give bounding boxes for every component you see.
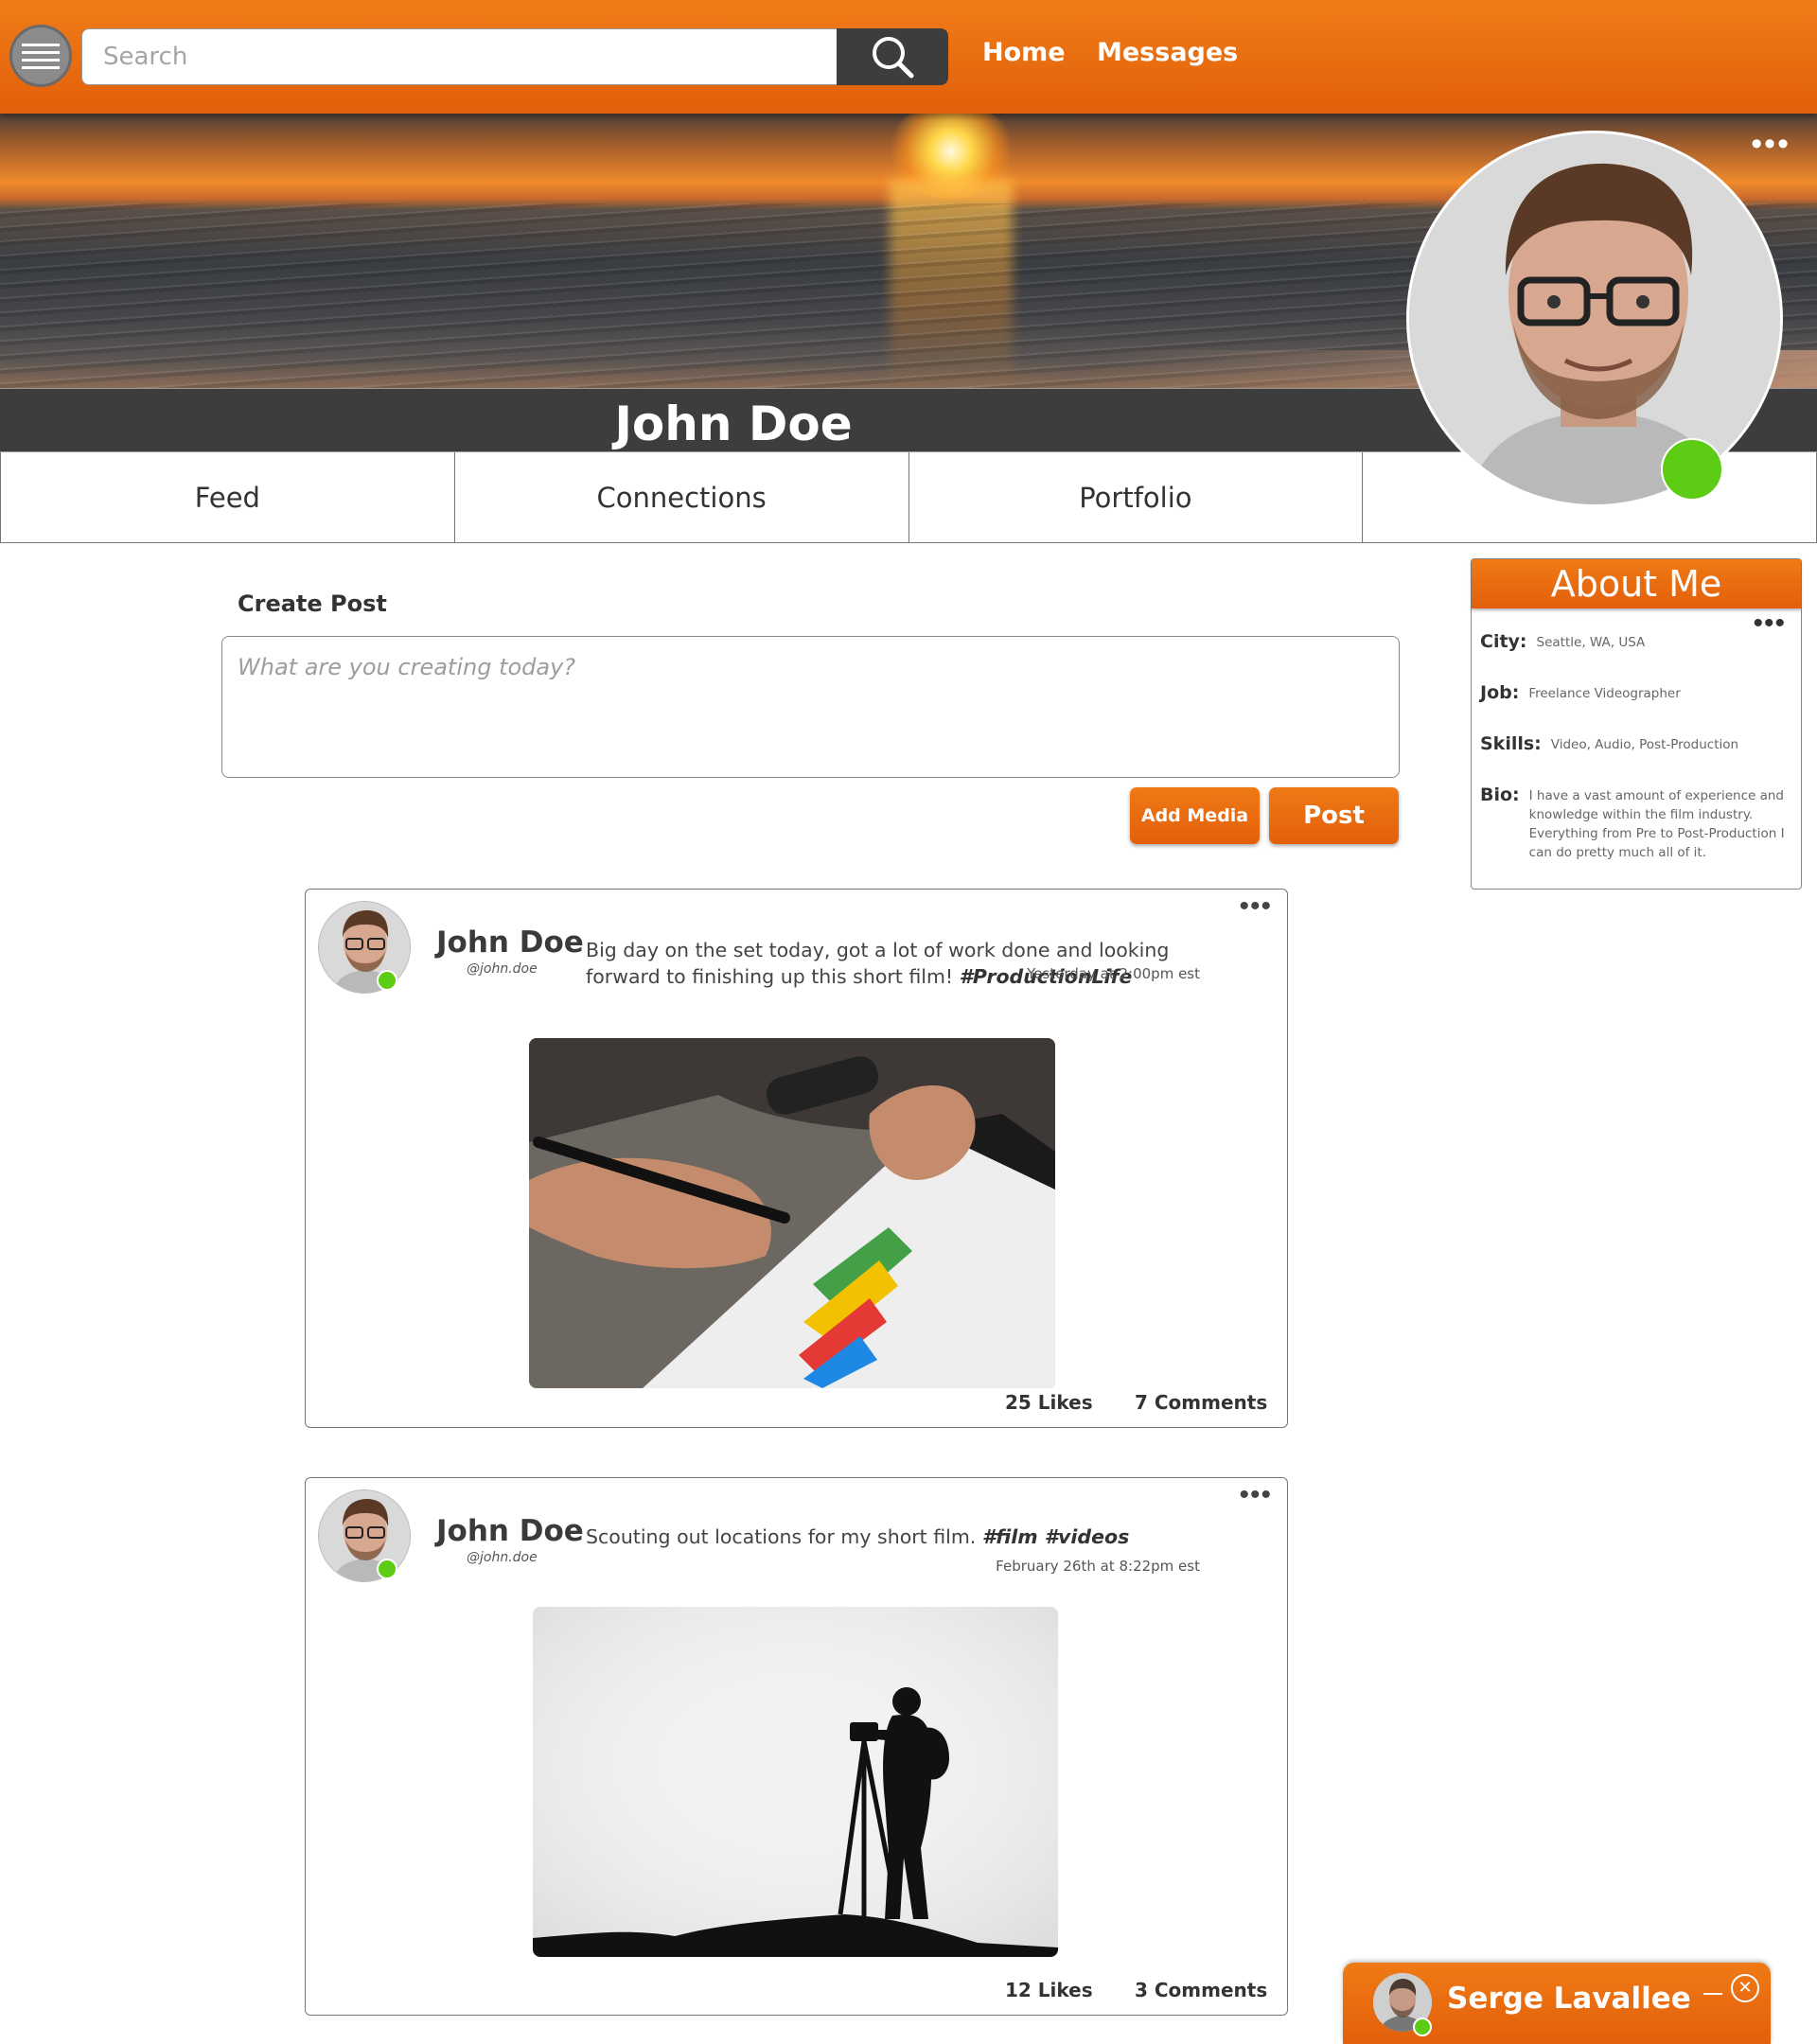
post-button[interactable]: Post xyxy=(1269,787,1399,844)
about-row-skills: Skills: Video, Audio, Post-Production xyxy=(1480,733,1738,754)
tab-portfolio[interactable]: Portfolio xyxy=(908,452,1364,543)
about-row-bio: Bio: I have a vast amount of experience … xyxy=(1480,784,1785,862)
post-author-handle[interactable]: @john.doe xyxy=(467,1550,538,1565)
post-body: Scouting out locations for my short film… xyxy=(586,1525,977,1548)
about-label: Skills: xyxy=(1480,733,1542,754)
clapperboard-photo xyxy=(529,1038,1055,1388)
create-post-title: Create Post xyxy=(238,590,387,617)
feed-post: John Doe @john.doe Scouting out location… xyxy=(305,1477,1288,2016)
videographer-silhouette-photo xyxy=(533,1607,1058,1957)
post-comments[interactable]: 3 Comments xyxy=(1135,1979,1267,2001)
hamburger-menu-button[interactable] xyxy=(9,25,72,87)
profile-name: John Doe xyxy=(614,396,853,451)
profile-avatar[interactable] xyxy=(1406,131,1783,507)
nav-home-link[interactable]: Home xyxy=(982,38,1066,67)
online-status-dot xyxy=(377,970,397,991)
about-value: I have a vast amount of experience and k… xyxy=(1528,788,1785,860)
about-me-panel: About Me ••• City: Seattle, WA, USA Job:… xyxy=(1471,558,1802,890)
search-input[interactable] xyxy=(81,28,838,85)
feed-post: John Doe @john.doe Big day on the set to… xyxy=(305,889,1288,1428)
hamburger-line xyxy=(22,58,60,62)
online-status-dot xyxy=(377,1559,397,1579)
post-hashtag[interactable]: #film #videos xyxy=(982,1525,1129,1548)
post-image-videographer[interactable] xyxy=(533,1607,1058,1957)
about-me-title: About Me xyxy=(1472,559,1801,608)
tab-connections[interactable]: Connections xyxy=(454,452,909,543)
about-label: City: xyxy=(1480,631,1527,652)
tab-feed[interactable]: Feed xyxy=(0,452,455,543)
close-icon[interactable]: ✕ xyxy=(1731,1974,1759,2002)
add-media-button[interactable]: Add Media xyxy=(1130,787,1260,844)
top-navigation-bar: Home Messages xyxy=(0,0,1817,114)
search-icon xyxy=(873,37,914,79)
post-timestamp: Yesterday at 2:00pm est xyxy=(1027,965,1200,982)
chat-popup[interactable]: Serge Lavallee ✕ xyxy=(1343,1963,1771,2044)
minimize-icon[interactable] xyxy=(1703,1993,1722,1995)
more-dots-icon[interactable]: ••• xyxy=(1239,1481,1272,1509)
search-button[interactable] xyxy=(837,28,948,85)
post-author-handle[interactable]: @john.doe xyxy=(467,961,538,977)
post-comments[interactable]: 7 Comments xyxy=(1135,1391,1267,1414)
nav-messages-link[interactable]: Messages xyxy=(1097,38,1238,67)
about-value: Video, Audio, Post-Production xyxy=(1550,737,1739,752)
post-author-name[interactable]: John Doe xyxy=(436,1514,584,1548)
more-dots-icon[interactable]: ••• xyxy=(1239,892,1272,921)
about-label: Job: xyxy=(1480,682,1520,703)
hamburger-line xyxy=(22,65,60,69)
more-dots-icon[interactable]: ••• xyxy=(1753,609,1786,638)
online-status-dot xyxy=(1413,2018,1432,2036)
hamburger-icon xyxy=(22,43,60,46)
hamburger-line xyxy=(22,50,60,54)
chat-contact-name[interactable]: Serge Lavallee xyxy=(1447,1982,1691,2016)
post-likes[interactable]: 12 Likes xyxy=(1005,1979,1093,2001)
about-row-city: City: Seattle, WA, USA xyxy=(1480,631,1645,652)
more-dots-icon[interactable]: ••• xyxy=(1751,128,1791,160)
online-status-dot xyxy=(1661,438,1723,501)
post-likes[interactable]: 25 Likes xyxy=(1005,1391,1093,1414)
about-label: Bio: xyxy=(1480,784,1520,805)
about-value: Seattle, WA, USA xyxy=(1536,635,1646,650)
post-text: Scouting out locations for my short film… xyxy=(586,1524,1239,1550)
post-image-clapperboard[interactable] xyxy=(529,1038,1055,1388)
about-value: Freelance Videographer xyxy=(1528,686,1681,701)
post-timestamp: February 26th at 8:22pm est xyxy=(996,1558,1200,1575)
avatar-portrait xyxy=(1409,133,1780,504)
create-post-input[interactable] xyxy=(221,636,1400,778)
post-author-name[interactable]: John Doe xyxy=(436,925,584,960)
about-row-job: Job: Freelance Videographer xyxy=(1480,682,1681,703)
